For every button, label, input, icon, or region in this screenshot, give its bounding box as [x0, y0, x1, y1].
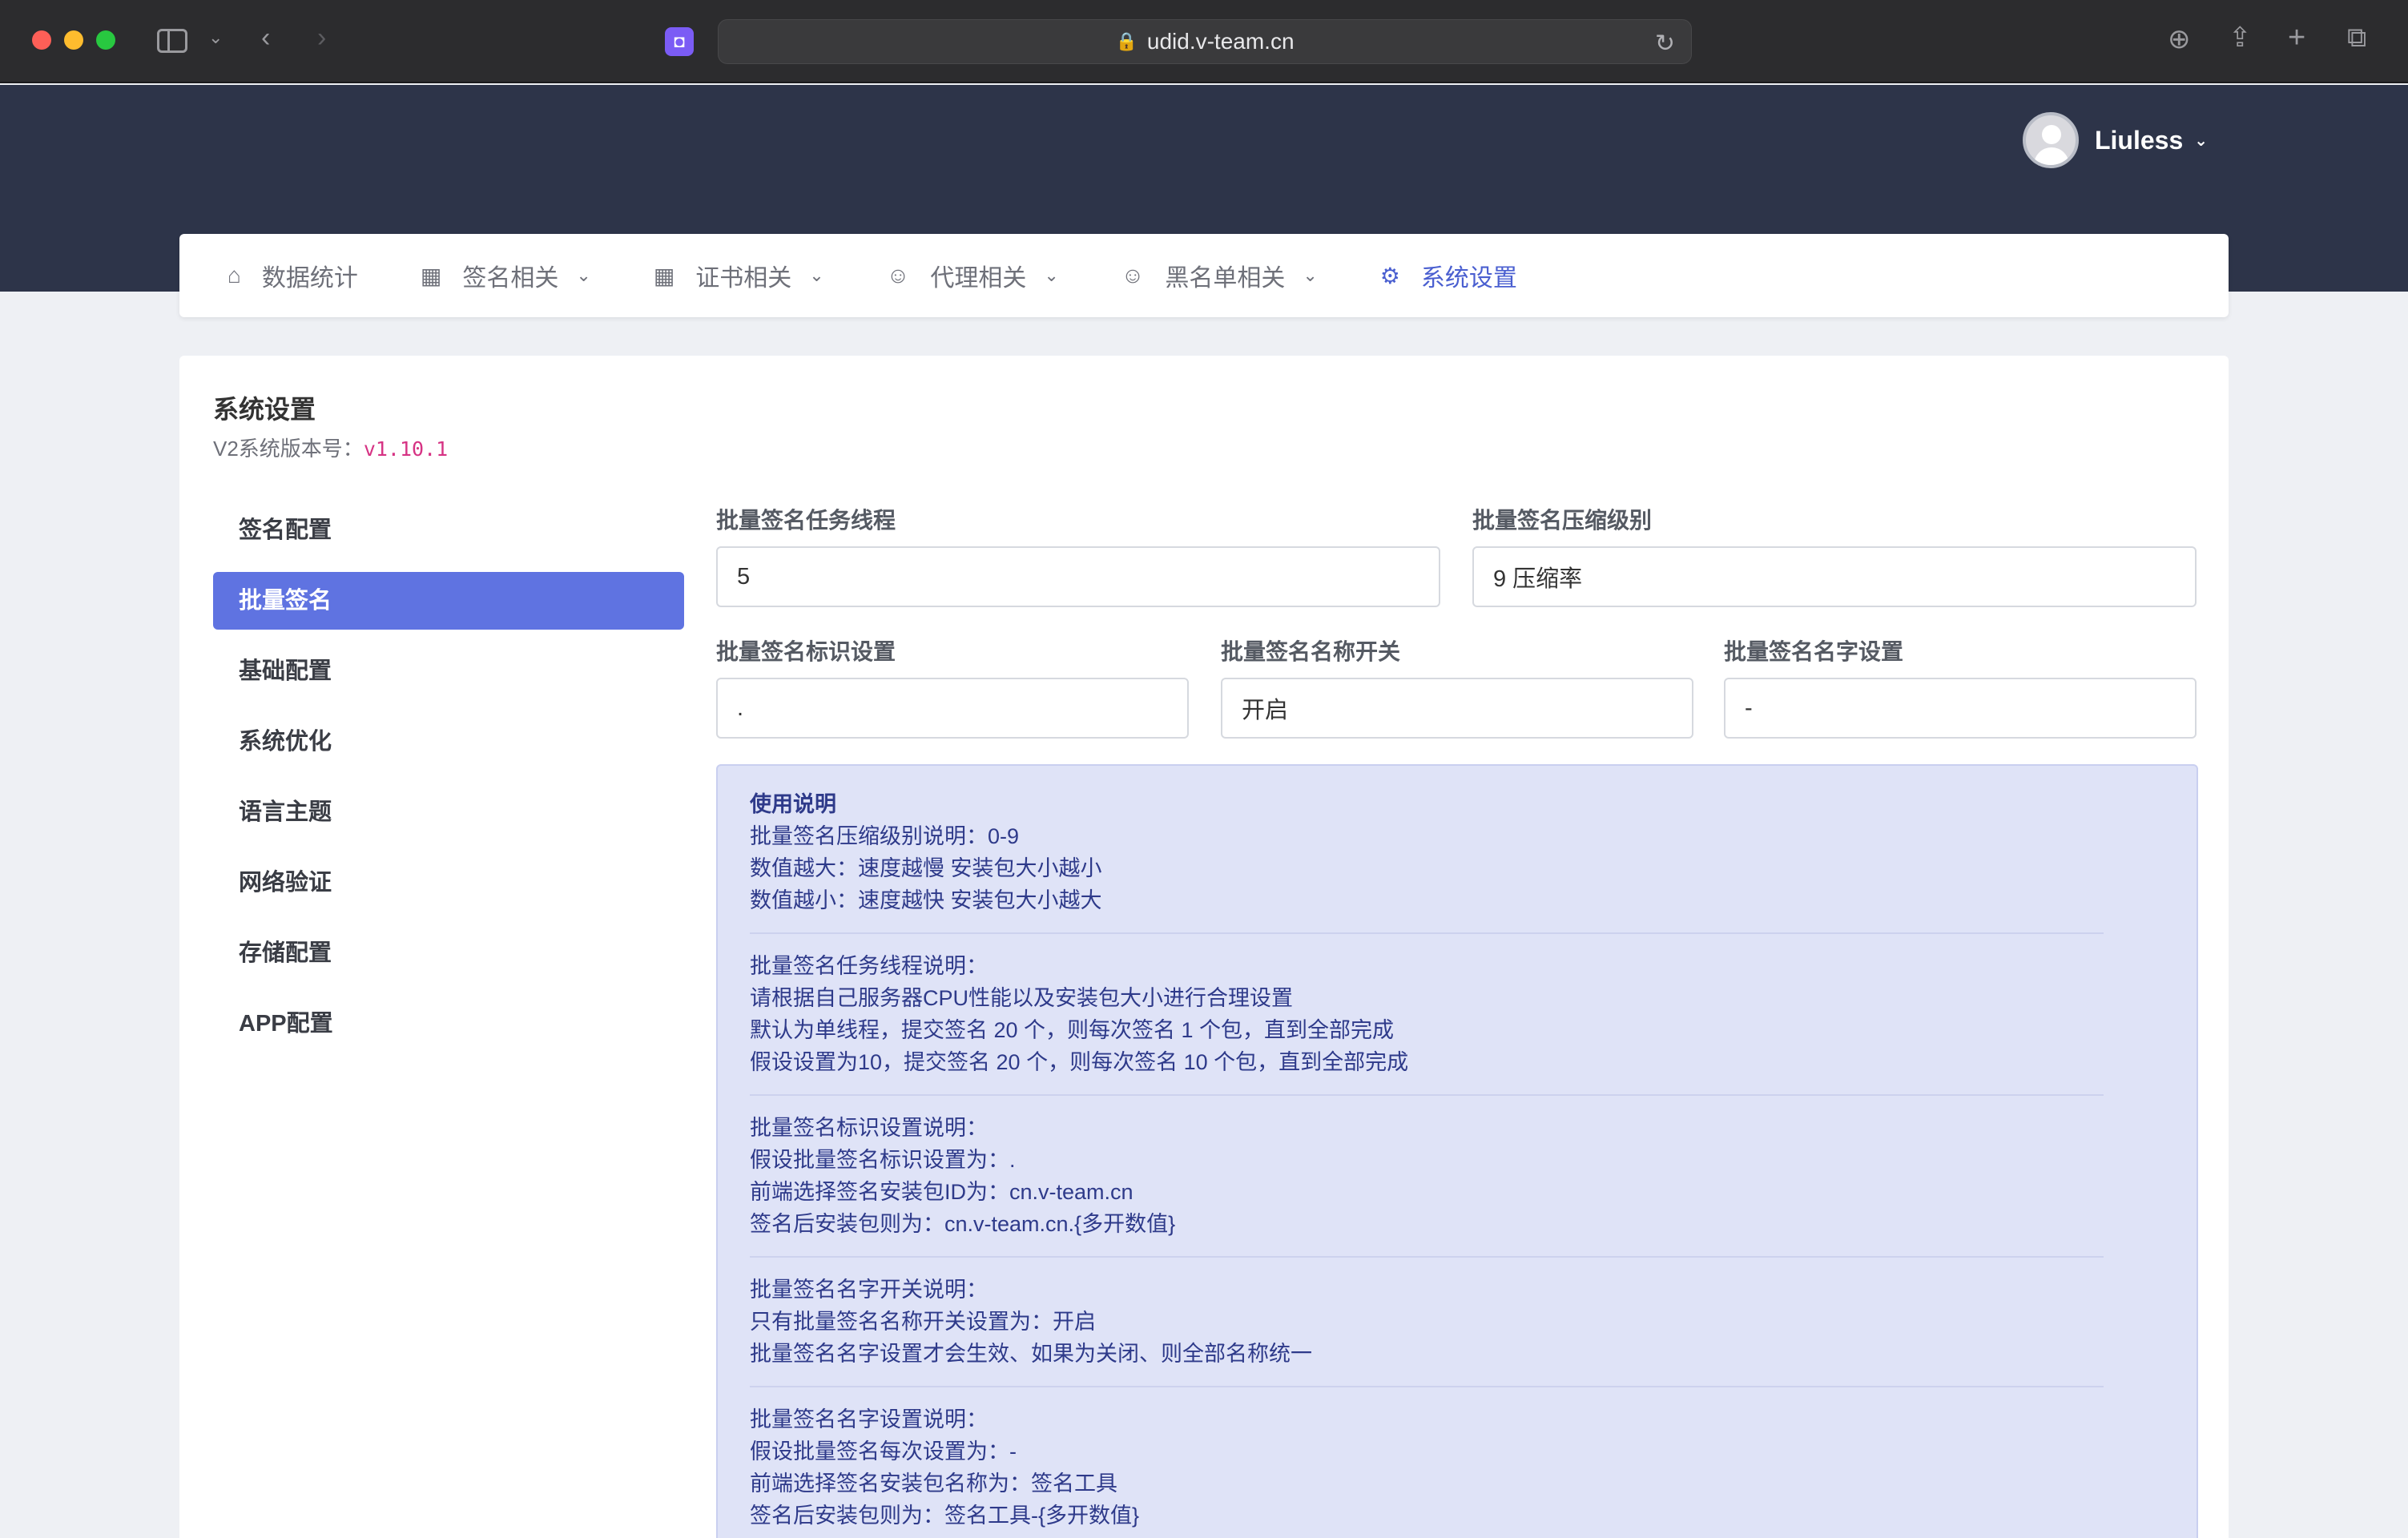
- chevron-down-icon: ⌄: [809, 265, 824, 285]
- minimize-window-button[interactable]: [64, 30, 83, 50]
- side-item-storage[interactable]: 存储配置: [213, 924, 684, 982]
- reload-icon[interactable]: ↻: [1655, 30, 1675, 58]
- version-line: V2系统版本号：v1.10.1: [213, 433, 448, 462]
- download-icon[interactable]: ⊕: [2168, 26, 2191, 53]
- identifier-label: 批量签名标识设置: [716, 639, 896, 664]
- chevron-down-icon[interactable]: ⌄: [208, 29, 223, 46]
- tab-overview-icon[interactable]: ⧉: [2347, 24, 2366, 51]
- notice-line: 数值越小：速度越快 安装包大小越大: [750, 888, 1102, 912]
- home-icon: ⌂: [228, 263, 241, 288]
- version-value: v1.10.1: [363, 437, 449, 461]
- zoom-window-button[interactable]: [96, 30, 115, 50]
- nav-item-stats[interactable]: ⌂ 数据统计: [228, 258, 358, 293]
- users-icon: ☺: [1121, 263, 1145, 288]
- compress-label: 批量签名压缩级别: [1472, 508, 1653, 533]
- side-item-basic-config[interactable]: 基础配置: [213, 642, 684, 700]
- notice-line: 签名后安装包则为：cn.v-team.cn.{多开数值}: [750, 1212, 1176, 1236]
- name-setting-input[interactable]: -: [1724, 678, 2197, 739]
- page-title: 系统设置: [213, 395, 316, 424]
- grid-icon: ▦: [420, 263, 442, 288]
- chevron-down-icon: ⌄: [2194, 131, 2208, 150]
- side-item-sign-config[interactable]: 签名配置: [213, 501, 684, 559]
- notice-line: 前端选择签名安装包ID为：cn.v-team.cn: [750, 1180, 1134, 1204]
- lock-icon: 🔒: [1115, 31, 1138, 51]
- nav-item-label: 数据统计: [261, 265, 358, 292]
- settings-side-menu: 签名配置 批量签名 基础配置 系统优化 语言主题 网络验证 存储配置 APP配置: [213, 501, 684, 1065]
- nav-item-agent[interactable]: ☺ 代理相关 ⌄: [887, 258, 1059, 293]
- notice-line: 只有批量签名名称开关设置为：开启: [750, 1310, 1096, 1334]
- threads-label: 批量签名任务线程: [716, 508, 896, 533]
- notice-line: 请根据自己服务器CPU性能以及安装包大小进行合理设置: [750, 986, 1294, 1010]
- share-icon[interactable]: ⇪: [2229, 24, 2252, 51]
- notice-line: 批量签名任务线程说明：: [750, 954, 988, 978]
- nav-item-cert[interactable]: ▦ 证书相关 ⌄: [654, 258, 824, 293]
- name-switch-label: 批量签名名称开关: [1221, 639, 1401, 664]
- side-item-optimize[interactable]: 系统优化: [213, 713, 684, 771]
- divider: [750, 932, 2104, 934]
- users-icon: ☺: [886, 263, 910, 288]
- gear-icon: ⚙: [1379, 263, 1400, 288]
- notice-title: 使用说明: [750, 792, 836, 816]
- threads-input[interactable]: 5: [716, 546, 1440, 607]
- side-item-language-theme[interactable]: 语言主题: [213, 783, 684, 841]
- notice-line: 默认为单线程，提交签名 20 个，则每次签名 1 个包，直到全部完成: [750, 1018, 1395, 1042]
- notice-line: 批量签名标识设置说明：: [750, 1116, 988, 1140]
- divider: [750, 1256, 2104, 1258]
- username: Liuless: [2094, 125, 2184, 155]
- close-window-button[interactable]: [32, 30, 51, 50]
- notice-line: 假设批量签名每次设置为：-: [750, 1439, 1017, 1464]
- version-label: V2系统版本号：: [213, 437, 364, 461]
- side-item-network-verify[interactable]: 网络验证: [213, 854, 684, 912]
- notice-line: 假设设置为10，提交签名 20 个，则每次签名 10 个包，直到全部完成: [750, 1050, 1409, 1074]
- nav-item-label: 系统设置: [1420, 265, 1517, 292]
- notice-line: 前端选择签名安装包名称为：签名工具: [750, 1472, 1117, 1496]
- sidebar-toggle-icon[interactable]: [157, 29, 187, 53]
- notice-line: 批量签名名字开关说明：: [750, 1278, 988, 1302]
- top-nav: ⌂ 数据统计 ▦ 签名相关 ⌄ ▦ 证书相关 ⌄ ☺ 代理相关 ⌄ ☺ 黑名单相…: [179, 234, 2229, 317]
- nav-item-label: 签名相关: [462, 265, 559, 292]
- address-bar[interactable]: 🔒 udid.v-team.cn ↻: [718, 19, 1692, 64]
- browser-toolbar: ⌄ ‹ › ◘ 🔒 udid.v-team.cn ↻ ⊕ ⇪ + ⧉: [0, 0, 2408, 83]
- url-text: udid.v-team.cn: [1146, 29, 1295, 54]
- divider: [750, 1386, 2104, 1387]
- notice-line: 数值越大：速度越慢 安装包大小越小: [750, 856, 1102, 880]
- back-icon[interactable]: ‹: [261, 24, 270, 51]
- chevron-down-icon: ⌄: [576, 265, 591, 285]
- identifier-input[interactable]: .: [716, 678, 1189, 739]
- avatar: [2022, 112, 2079, 168]
- nav-item-sign[interactable]: ▦ 签名相关 ⌄: [421, 258, 591, 293]
- notice-line: 批量签名压缩级别说明：0-9: [750, 824, 1020, 848]
- notice-line: 签名后安装包则为：签名工具-{多开数值}: [750, 1504, 1140, 1528]
- nav-item-label: 证书相关: [695, 265, 792, 292]
- name-setting-label: 批量签名名字设置: [1724, 639, 1904, 664]
- side-item-app-config[interactable]: APP配置: [213, 995, 684, 1053]
- forward-icon[interactable]: ›: [317, 24, 326, 51]
- new-tab-icon[interactable]: +: [2288, 22, 2305, 53]
- nav-item-label: 黑名单相关: [1165, 265, 1286, 292]
- notice-line: 批量签名名字设置才会生效、如果为关闭、则全部名称统一: [750, 1342, 1312, 1366]
- nav-item-blacklist[interactable]: ☺ 黑名单相关 ⌄: [1121, 258, 1318, 293]
- divider: [750, 1094, 2104, 1096]
- grid-icon: ▦: [653, 263, 675, 288]
- usage-notice: 使用说明 批量签名压缩级别说明：0-9 数值越大：速度越慢 安装包大小越小 数值…: [716, 764, 2198, 1538]
- settings-card: 系统设置 V2系统版本号：v1.10.1 签名配置 批量签名 基础配置 系统优化…: [179, 356, 2229, 1538]
- nav-item-label: 代理相关: [930, 265, 1027, 292]
- extension-icon[interactable]: ◘: [665, 27, 694, 56]
- side-item-batch-sign[interactable]: 批量签名: [213, 572, 684, 630]
- nav-item-settings[interactable]: ⚙ 系统设置: [1380, 258, 1517, 293]
- compress-select[interactable]: 9 压缩率: [1472, 546, 2197, 607]
- notice-line: 假设批量签名标识设置为：.: [750, 1148, 1016, 1172]
- name-switch-select[interactable]: 开启: [1221, 678, 1693, 739]
- chevron-down-icon: ⌄: [1044, 265, 1059, 285]
- notice-line: 批量签名名字设置说明：: [750, 1407, 988, 1431]
- chevron-down-icon: ⌄: [1303, 265, 1318, 285]
- user-menu[interactable]: Liuless ⌄: [2022, 112, 2208, 168]
